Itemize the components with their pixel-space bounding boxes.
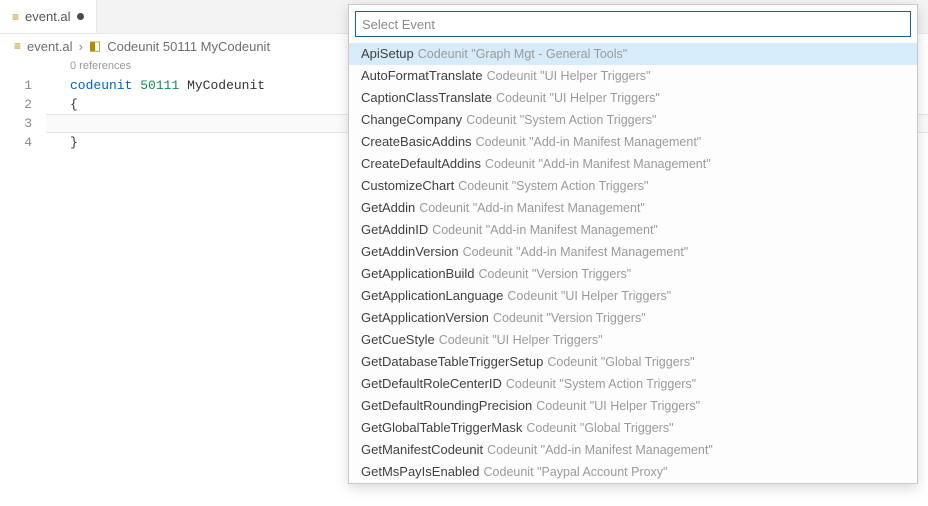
event-name: GetManifestCodeunit — [361, 439, 483, 461]
event-name: GetAddinVersion — [361, 241, 459, 263]
event-name: GetAddinID — [361, 219, 428, 241]
event-list-item[interactable]: GetApplicationLanguage Codeunit "UI Help… — [349, 285, 917, 307]
event-list-item[interactable]: GetApplicationBuild Codeunit "Version Tr… — [349, 263, 917, 285]
event-source: Codeunit "Paypal Account Proxy" — [484, 461, 668, 483]
event-name: GetDatabaseTableTriggerSetup — [361, 351, 543, 373]
event-list: ApiSetup Codeunit "Graph Mgt - General T… — [349, 43, 917, 483]
al-file-icon: ≡ — [12, 10, 19, 24]
event-source: Codeunit "System Action Triggers" — [458, 175, 648, 197]
event-list-item[interactable]: GetGlobalTableTriggerMask Codeunit "Glob… — [349, 417, 917, 439]
event-name: GetApplicationBuild — [361, 263, 474, 285]
event-name: GetApplicationVersion — [361, 307, 489, 329]
event-list-item[interactable]: GetAddinID Codeunit "Add-in Manifest Man… — [349, 219, 917, 241]
line-number: 1 — [0, 76, 46, 95]
editor-tab[interactable]: ≡ event.al — [0, 0, 97, 33]
event-source: Codeunit "Version Triggers" — [478, 263, 631, 285]
event-list-item[interactable]: AutoFormatTranslate Codeunit "UI Helper … — [349, 65, 917, 87]
event-source: Codeunit "Add-in Manifest Management" — [476, 131, 702, 153]
event-list-item[interactable]: ApiSetup Codeunit "Graph Mgt - General T… — [349, 43, 917, 65]
chevron-right-icon: › — [79, 39, 83, 54]
event-list-item[interactable]: CustomizeChart Codeunit "System Action T… — [349, 175, 917, 197]
event-name: ApiSetup — [361, 43, 414, 65]
event-list-item[interactable]: GetManifestCodeunit Codeunit "Add-in Man… — [349, 439, 917, 461]
event-list-item[interactable]: GetApplicationVersion Codeunit "Version … — [349, 307, 917, 329]
breadcrumb-file[interactable]: event.al — [27, 39, 73, 54]
event-name: CreateBasicAddins — [361, 131, 472, 153]
event-list-item[interactable]: GetMsPayIsEnabled Codeunit "Paypal Accou… — [349, 461, 917, 483]
event-search-field[interactable] — [355, 11, 911, 37]
line-number-gutter: 1 2 3 4 — [0, 58, 46, 506]
event-source: Codeunit "UI Helper Triggers" — [439, 329, 603, 351]
dirty-indicator-icon — [77, 13, 84, 20]
event-list-item[interactable]: GetAddinVersion Codeunit "Add-in Manifes… — [349, 241, 917, 263]
event-list-item[interactable]: GetCueStyle Codeunit "UI Helper Triggers… — [349, 329, 917, 351]
event-list-item[interactable]: GetDatabaseTableTriggerSetup Codeunit "G… — [349, 351, 917, 373]
event-name: AutoFormatTranslate — [361, 65, 483, 87]
event-list-item[interactable]: GetDefaultRoleCenterID Codeunit "System … — [349, 373, 917, 395]
event-list-item[interactable]: GetDefaultRoundingPrecision Codeunit "UI… — [349, 395, 917, 417]
line-number: 4 — [0, 133, 46, 152]
al-file-icon: ≡ — [14, 39, 21, 53]
codeunit-icon: ◧ — [89, 38, 101, 54]
event-source: Codeunit "Add-in Manifest Management" — [463, 241, 689, 263]
event-list-item[interactable]: ChangeCompany Codeunit "System Action Tr… — [349, 109, 917, 131]
tab-filename: event.al — [25, 9, 71, 24]
event-source: Codeunit "Add-in Manifest Management" — [485, 153, 711, 175]
event-source: Codeunit "UI Helper Triggers" — [487, 65, 651, 87]
event-name: CustomizeChart — [361, 175, 454, 197]
event-search-input[interactable] — [362, 17, 904, 32]
event-source: Codeunit "Add-in Manifest Management" — [487, 439, 713, 461]
event-source: Codeunit "UI Helper Triggers" — [507, 285, 671, 307]
event-picker: ApiSetup Codeunit "Graph Mgt - General T… — [348, 4, 918, 484]
event-name: GetMsPayIsEnabled — [361, 461, 480, 483]
event-name: ChangeCompany — [361, 109, 462, 131]
breadcrumb-symbol[interactable]: Codeunit 50111 MyCodeunit — [107, 39, 270, 54]
event-name: GetGlobalTableTriggerMask — [361, 417, 522, 439]
event-source: Codeunit "System Action Triggers" — [506, 373, 696, 395]
event-list-item[interactable]: CreateDefaultAddins Codeunit "Add-in Man… — [349, 153, 917, 175]
event-source: Codeunit "Global Triggers" — [526, 417, 673, 439]
event-source: Codeunit "UI Helper Triggers" — [536, 395, 700, 417]
event-name: CaptionClassTranslate — [361, 87, 492, 109]
event-source: Codeunit "Version Triggers" — [493, 307, 646, 329]
event-list-item[interactable]: CaptionClassTranslate Codeunit "UI Helpe… — [349, 87, 917, 109]
codelens-references[interactable]: 0 references — [70, 60, 131, 72]
event-source: Codeunit "Add-in Manifest Management" — [432, 219, 658, 241]
event-name: GetDefaultRoundingPrecision — [361, 395, 532, 417]
line-number: 3 — [0, 114, 46, 133]
line-number: 2 — [0, 95, 46, 114]
event-list-item[interactable]: CreateBasicAddins Codeunit "Add-in Manif… — [349, 131, 917, 153]
event-name: GetDefaultRoleCenterID — [361, 373, 502, 395]
event-source: Codeunit "System Action Triggers" — [466, 109, 656, 131]
event-name: GetAddin — [361, 197, 415, 219]
event-list-item[interactable]: GetAddin Codeunit "Add-in Manifest Manag… — [349, 197, 917, 219]
event-name: GetCueStyle — [361, 329, 435, 351]
event-source: Codeunit "Global Triggers" — [547, 351, 694, 373]
event-source: Codeunit "Graph Mgt - General Tools" — [418, 43, 627, 65]
event-source: Codeunit "Add-in Manifest Management" — [419, 197, 645, 219]
event-source: Codeunit "UI Helper Triggers" — [496, 87, 660, 109]
event-name: GetApplicationLanguage — [361, 285, 503, 307]
event-name: CreateDefaultAddins — [361, 153, 481, 175]
